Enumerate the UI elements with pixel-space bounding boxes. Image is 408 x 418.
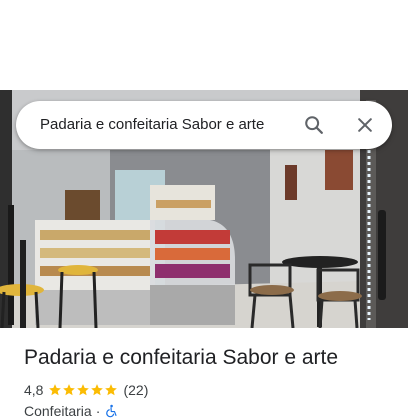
search-button[interactable] bbox=[298, 109, 330, 141]
clear-search-button[interactable] bbox=[349, 109, 381, 141]
search-bar[interactable]: Padaria e confeitaria Sabor e arte bbox=[16, 101, 392, 149]
wheelchair-icon bbox=[106, 404, 117, 418]
category-row: Confeitaria · bbox=[24, 401, 118, 418]
place-category: Confeitaria bbox=[24, 403, 92, 418]
place-title: Padaria e confeitaria Sabor e arte bbox=[24, 346, 339, 369]
separator-dot: · bbox=[95, 403, 101, 418]
star-rating bbox=[48, 383, 118, 397]
review-count[interactable]: (22) bbox=[123, 382, 148, 398]
star-icon bbox=[105, 384, 118, 396]
star-icon bbox=[63, 384, 76, 396]
star-icon bbox=[91, 384, 104, 396]
search-icon bbox=[305, 116, 323, 134]
place-info: Padaria e confeitaria Sabor e arte 4,8 (… bbox=[24, 344, 394, 418]
rating-value: 4,8 bbox=[24, 382, 44, 398]
star-icon bbox=[77, 384, 90, 396]
map-top-area bbox=[0, 0, 408, 90]
rating-row[interactable]: 4,8 (22) bbox=[24, 380, 148, 400]
search-input[interactable]: Padaria e confeitaria Sabor e arte bbox=[40, 101, 264, 149]
star-icon bbox=[49, 384, 62, 396]
close-icon bbox=[358, 118, 372, 132]
